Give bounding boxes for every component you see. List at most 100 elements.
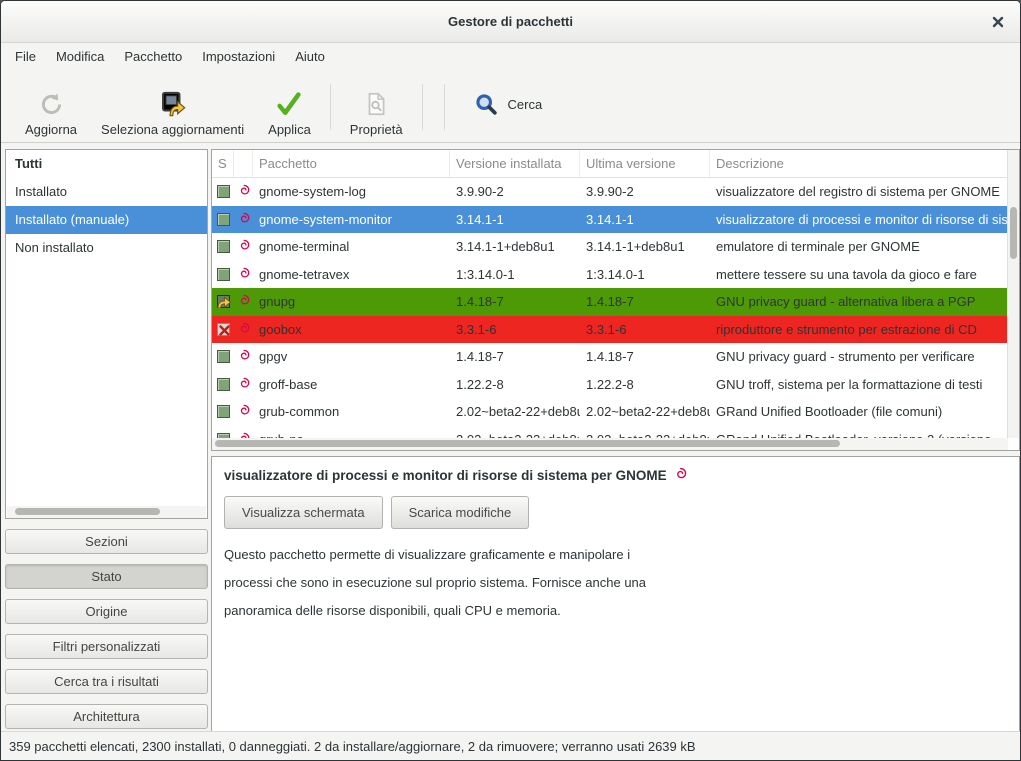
filter-list-hscrollbar[interactable]	[7, 506, 206, 518]
column-header-descrizione[interactable]: Descrizione	[710, 150, 1009, 177]
package-name: groff-base	[253, 377, 450, 392]
mark-upgrades-button[interactable]: Seleziona aggiornamenti	[89, 79, 256, 137]
details-pane: visualizzatore di processi e monitor di …	[211, 456, 1020, 732]
view-button-sezioni[interactable]: Sezioni	[5, 529, 208, 554]
status-installed-icon	[217, 268, 230, 281]
table-body: gnome-system-log3.9.90-23.9.90-2visualiz…	[212, 178, 1019, 451]
toolbar: Aggiorna Seleziona aggiornamenti Applica…	[1, 70, 1020, 143]
sidebar-view-buttons: Sezioni Stato Origine Filtri personalizzati…	[5, 529, 208, 739]
package-description: mettere tessere su una tavola da gioco e…	[710, 267, 1009, 282]
close-button[interactable]	[986, 1, 1010, 42]
package-name: grub-common	[253, 404, 450, 419]
close-icon	[992, 16, 1004, 28]
select-upgrades-icon	[159, 89, 187, 119]
toolbar-separator	[444, 84, 445, 130]
properties-button[interactable]: Proprietà	[338, 79, 415, 137]
package-row-goobox[interactable]: goobox3.3.1-63.3.1-6riproduttore e strum…	[212, 316, 1009, 344]
view-button-stato[interactable]: Stato	[5, 564, 208, 589]
package-table: S PacchettoVersione installataUltima vers…	[211, 149, 1020, 451]
refresh-button[interactable]: Aggiorna	[13, 79, 89, 137]
filter-list-hscrollbar-thumb[interactable]	[15, 508, 160, 515]
view-screenshot-label: Visualizza schermata	[242, 505, 365, 520]
latest-version: 3.14.1-1	[580, 212, 710, 227]
latest-version: 1.4.18-7	[580, 349, 710, 364]
table-vscrollbar[interactable]	[1007, 150, 1019, 438]
menu-impostazioni[interactable]: Impostazioni	[192, 45, 285, 68]
description-line: processi che sono in esecuzione sul prop…	[224, 569, 1007, 597]
package-name: gnome-tetravex	[253, 267, 450, 282]
apply-check-icon	[274, 89, 304, 119]
details-title: visualizzatore di processi e monitor di …	[224, 468, 667, 483]
status-installed-icon	[217, 405, 230, 418]
details-description: Questo pacchetto permette di visualizzar…	[224, 541, 1007, 625]
package-name: gnupg	[253, 294, 450, 309]
column-header-versione-installata[interactable]: Versione installata	[450, 150, 580, 177]
view-screenshot-button[interactable]: Visualizza schermata	[224, 496, 383, 529]
filter-item-installato-manuale[interactable]: Installato (manuale)	[6, 206, 207, 234]
search-button[interactable]: Cerca	[466, 84, 551, 124]
package-row-groff-base[interactable]: groff-base1.22.2-81.22.2-8GNU troff, sis…	[212, 371, 1009, 399]
table-hscrollbar[interactable]	[212, 438, 1008, 450]
menu-aiuto[interactable]: Aiuto	[285, 45, 335, 68]
statusbar: 359 pacchetti elencati, 2300 installati,…	[1, 731, 1020, 760]
apply-button[interactable]: Applica	[256, 79, 323, 137]
package-description: GRand Unified Bootloader (file comuni)	[710, 404, 1009, 419]
menu-pacchetto[interactable]: Pacchetto	[114, 45, 192, 68]
debian-swirl-icon	[237, 348, 251, 365]
package-row-gnome-tetravex[interactable]: gnome-tetravex1:3.14.0-11:3.14.0-1metter…	[212, 261, 1009, 289]
filter-item-tutti[interactable]: Tutti	[6, 150, 207, 178]
view-button-architettura[interactable]: Architettura	[5, 704, 208, 729]
package-manager-window: Gestore di pacchetti FileModificaPacchet…	[0, 0, 1021, 761]
latest-version: 1.4.18-7	[580, 294, 710, 309]
search-label: Cerca	[508, 97, 543, 112]
column-header-pacchetto[interactable]: Pacchetto	[253, 150, 450, 177]
package-row-gnome-system-log[interactable]: gnome-system-log3.9.90-23.9.90-2visualiz…	[212, 178, 1009, 206]
table-vscrollbar-thumb[interactable]	[1010, 207, 1017, 259]
filter-items: TuttiInstallatoInstallato (manuale)Non i…	[6, 150, 207, 262]
filter-item-installato[interactable]: Installato	[6, 178, 207, 206]
view-button-filtri-personalizzati[interactable]: Filtri personalizzati	[5, 634, 208, 659]
package-row-grub-common[interactable]: grub-common2.02~beta2-22+deb8u12.02~beta…	[212, 398, 1009, 426]
installed-version: 3.9.90-2	[450, 184, 580, 199]
package-description: visualizzatore del registro di sistema p…	[710, 184, 1009, 199]
properties-label: Proprietà	[350, 122, 403, 137]
installed-version: 3.3.1-6	[450, 322, 580, 337]
package-description: visualizzatore di processi e monitor di …	[710, 212, 1009, 227]
package-description: riproduttore e strumento per estrazione …	[710, 322, 1009, 337]
status-installed-icon	[217, 185, 230, 198]
package-row-gpgv[interactable]: gpgv1.4.18-71.4.18-7GNU privacy guard - …	[212, 343, 1009, 371]
menubar: FileModificaPacchettoImpostazioniAiuto	[1, 43, 1020, 70]
view-button-origine[interactable]: Origine	[5, 599, 208, 624]
package-description: emulatore di terminale per GNOME	[710, 239, 1009, 254]
column-header-icon[interactable]	[234, 150, 253, 177]
column-header-s[interactable]: S	[212, 150, 234, 177]
installed-version: 3.14.1-1+deb8u1	[450, 239, 580, 254]
titlebar[interactable]: Gestore di pacchetti	[1, 1, 1020, 43]
toolbar-separator	[422, 84, 423, 130]
apply-label: Applica	[268, 122, 311, 137]
status-installed-icon	[217, 378, 230, 391]
mark-upgrades-label: Seleziona aggiornamenti	[101, 122, 244, 137]
package-row-gnome-system-monitor[interactable]: gnome-system-monitor3.14.1-13.14.1-1visu…	[212, 206, 1009, 234]
table-hscrollbar-thumb[interactable]	[215, 440, 840, 447]
view-button-cerca-tra-i-risultati[interactable]: Cerca tra i risultati	[5, 669, 208, 694]
status-remove-icon	[217, 323, 230, 336]
filter-item-non-installato[interactable]: Non installato	[6, 234, 207, 262]
status-reinstall-icon	[217, 295, 230, 308]
description-line: Questo pacchetto permette di visualizzar…	[224, 541, 1007, 569]
package-row-gnome-terminal[interactable]: gnome-terminal3.14.1-1+deb8u13.14.1-1+de…	[212, 233, 1009, 261]
installed-version: 1.4.18-7	[450, 294, 580, 309]
refresh-label: Aggiorna	[25, 122, 77, 137]
debian-swirl-icon	[237, 211, 251, 228]
status-installed-icon	[217, 213, 230, 226]
installed-version: 1.22.2-8	[450, 377, 580, 392]
installed-version: 1.4.18-7	[450, 349, 580, 364]
package-row-gnupg[interactable]: gnupg1.4.18-71.4.18-7GNU privacy guard -…	[212, 288, 1009, 316]
latest-version: 1:3.14.0-1	[580, 267, 710, 282]
latest-version: 3.9.90-2	[580, 184, 710, 199]
menu-file[interactable]: File	[5, 45, 46, 68]
download-changelog-button[interactable]: Scarica modifiche	[391, 496, 530, 529]
debian-swirl-icon	[673, 466, 688, 484]
menu-modifica[interactable]: Modifica	[46, 45, 114, 68]
column-header-ultima-versione[interactable]: Ultima versione	[580, 150, 710, 177]
